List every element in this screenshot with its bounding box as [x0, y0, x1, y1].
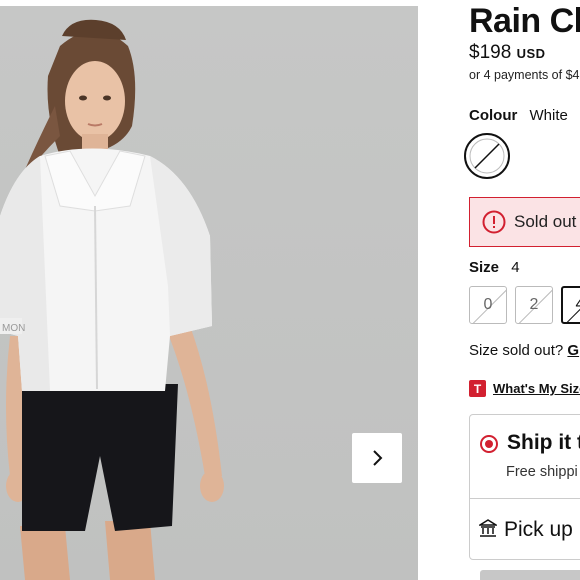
size-label: Size [469, 259, 500, 276]
product-price: $198 USD [469, 42, 546, 64]
store-icon [477, 518, 499, 543]
size-guide: T What's My Size [469, 380, 580, 397]
price-amount: $198 [469, 42, 512, 63]
ship-it-subtitle: Free shippi [506, 464, 578, 480]
installments-text: or 4 payments of $4 [469, 68, 580, 82]
size-selection: Size 4 [469, 259, 520, 276]
size-option-4[interactable]: 4 [561, 286, 580, 324]
size-option-2[interactable]: 2 [515, 286, 553, 324]
sold-out-text: Sold out [514, 212, 577, 231]
pick-up-title: Pick up [504, 518, 573, 541]
size-value: 4 [511, 259, 520, 276]
product-info-panel: Rain Ch $198 USD or 4 payments of $4 Col… [418, 0, 580, 580]
product-page: MON Rain Ch $198 USD or 4 payments of $4… [0, 0, 580, 580]
svg-text:MON: MON [2, 323, 25, 334]
size-guide-badge-icon: T [469, 380, 486, 397]
chevron-right-icon [373, 450, 383, 466]
get-notified-link[interactable]: G [567, 342, 579, 359]
product-title: Rain Ch [469, 2, 580, 40]
colour-swatch-white[interactable] [464, 133, 510, 179]
product-image: MON [0, 6, 418, 580]
ship-it-title: Ship it t [507, 431, 580, 454]
unavailable-swatch-icon [469, 138, 505, 174]
size-sold-out-prompt: Size sold out? G [469, 342, 579, 359]
sold-out-alert: Sold out [469, 197, 580, 247]
price-currency: USD [516, 46, 546, 61]
colour-selection: Colour White [469, 107, 568, 124]
colour-label: Colour [469, 107, 518, 124]
alert-icon [482, 210, 506, 234]
size-sold-out-text: Size sold out? [469, 342, 564, 359]
model-photo: MON [0, 19, 224, 580]
radio-selected-icon[interactable] [480, 435, 498, 453]
ship-it-option[interactable]: Ship it t Free shippi [470, 415, 580, 499]
pick-up-option[interactable]: Pick up [470, 499, 580, 559]
add-to-bag-button[interactable] [480, 570, 580, 580]
fulfillment-options: Ship it t Free shippi Pick up [469, 414, 580, 560]
whats-my-size-link[interactable]: What's My Size [493, 381, 580, 396]
colour-value: White [529, 107, 568, 124]
next-image-button[interactable] [352, 433, 402, 483]
size-option-0[interactable]: 0 [469, 286, 507, 324]
